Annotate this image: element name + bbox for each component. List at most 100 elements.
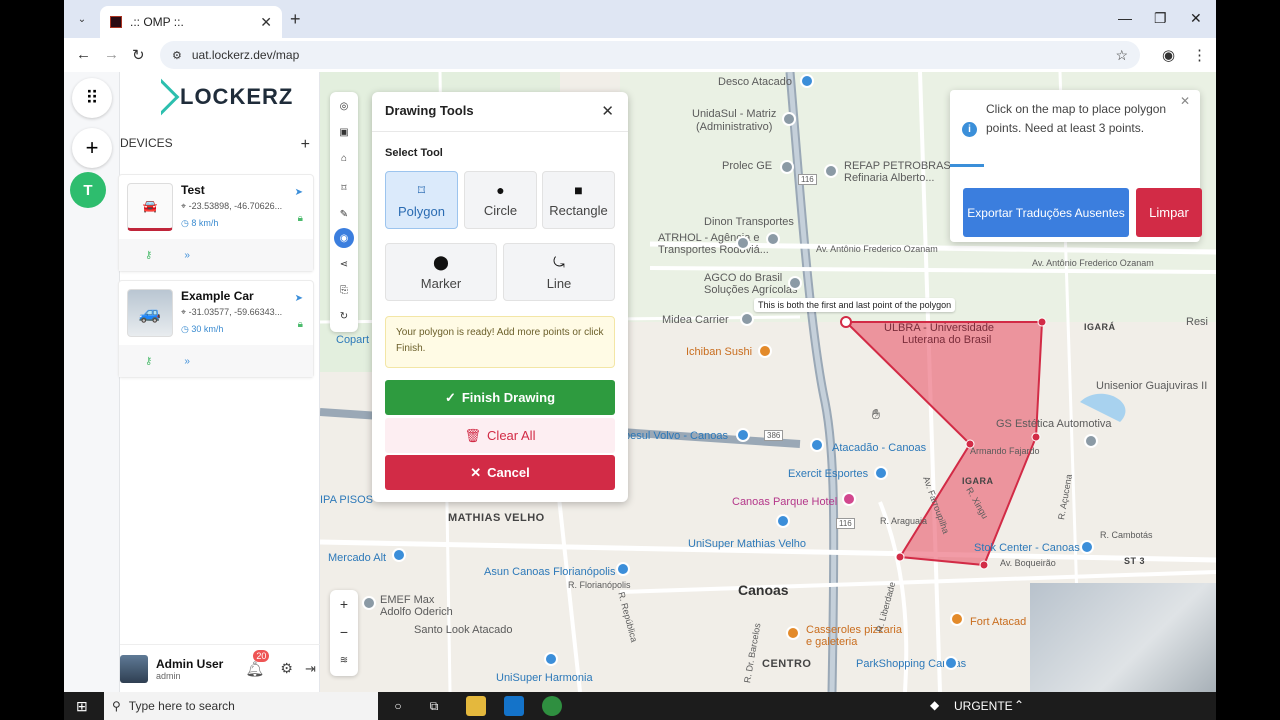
back-icon[interactable]: ←: [76, 46, 91, 63]
school-pin-icon[interactable]: [362, 596, 376, 610]
hotel-pin-icon[interactable]: [842, 492, 856, 506]
key-icon[interactable]: ⚷: [145, 250, 152, 261]
tool-polygon-button[interactable]: ⌑ Polygon: [385, 171, 458, 229]
lock-icon[interactable]: 🔒︎: [298, 213, 303, 224]
tool-rectangle-button[interactable]: ■ Rectangle: [542, 171, 615, 229]
restaurant-pin-icon[interactable]: [758, 344, 772, 358]
shop-pin-icon[interactable]: [392, 548, 406, 562]
device-speed: ◷ 8 km/h: [181, 218, 219, 228]
minimize-button[interactable]: —: [1118, 10, 1132, 26]
lock-icon[interactable]: ▣: [334, 122, 354, 142]
device-speed-text: 8 km/h: [191, 218, 219, 228]
tool-line-button[interactable]: ⤿ Line: [503, 243, 615, 301]
urgent-app-icon[interactable]: ◆: [930, 698, 939, 712]
store-icon[interactable]: [504, 696, 524, 716]
tab-search-button[interactable]: ⌄: [72, 9, 92, 29]
district-label: ST 3: [1124, 556, 1146, 566]
expand-icon[interactable]: »: [184, 356, 190, 367]
task-view-icon[interactable]: ⧉: [424, 696, 444, 716]
forward-icon[interactable]: →: [104, 46, 119, 63]
restaurant-pin-icon[interactable]: [950, 612, 964, 626]
close-window-button[interactable]: ✕: [1190, 10, 1202, 27]
device-card[interactable]: 🚘 Test ⌖ -23.53898, -46.70626... ◷ 8 km/…: [118, 174, 314, 272]
poi-pin-icon[interactable]: [736, 236, 750, 250]
street-label: R. Florianópolis: [568, 580, 631, 590]
shop-pin-icon[interactable]: [736, 428, 750, 442]
map-label: Refinaria Alberto...: [844, 172, 935, 184]
home-icon[interactable]: ⌂: [334, 148, 354, 168]
bell-icon[interactable]: 🔔︎ 20: [245, 649, 270, 678]
poi-pin-icon[interactable]: [780, 160, 794, 174]
app-rail: ⠿ + T: [64, 72, 120, 692]
navigate-icon[interactable]: ➤: [295, 187, 303, 198]
reload-icon[interactable]: ↻: [132, 46, 145, 64]
poi-pin-icon[interactable]: [1084, 434, 1098, 448]
devices-panel: LOCKERZ DEVICES + 🚘 Test ⌖ -23.53898, -4…: [118, 72, 320, 692]
shop-pin-icon[interactable]: [800, 74, 814, 88]
eye-icon[interactable]: ◉: [334, 228, 354, 248]
restaurant-pin-icon[interactable]: [786, 626, 800, 640]
zoom-out-icon[interactable]: −: [334, 622, 354, 642]
zoom-in-icon[interactable]: +: [334, 594, 354, 614]
clear-all-button[interactable]: 🗑︎ Clear All: [385, 418, 615, 453]
map-label: Copart: [336, 334, 370, 346]
profile-icon[interactable]: ◉: [1162, 46, 1175, 64]
omnibox[interactable]: ⚙ uat.lockerz.dev/map ☆: [160, 41, 1140, 69]
address-bar-row: ← → ↻ ⚙ uat.lockerz.dev/map ☆ ◉ ⋮: [64, 38, 1216, 72]
close-icon[interactable]: ✕: [601, 102, 614, 120]
close-icon[interactable]: ✕: [1180, 94, 1190, 108]
taskbar-search[interactable]: ⚲ Type here to search: [104, 692, 378, 720]
restore-button[interactable]: ❐: [1154, 10, 1167, 27]
chrome-icon[interactable]: [542, 696, 562, 716]
polygon-icon[interactable]: ⌑: [334, 178, 354, 198]
map-label: Desco Atacado: [718, 76, 792, 88]
shop-pin-icon[interactable]: [544, 652, 558, 666]
avatar[interactable]: T: [70, 172, 106, 208]
new-tab-button[interactable]: +: [290, 9, 301, 30]
menu-kebab-icon[interactable]: ⋮: [1192, 46, 1207, 64]
refresh-icon[interactable]: ↻: [334, 306, 354, 326]
bookmark-star-icon[interactable]: ☆: [1115, 47, 1128, 64]
shop-pin-icon[interactable]: [776, 514, 790, 528]
finish-drawing-button[interactable]: ✓ Finish Drawing: [385, 380, 615, 415]
clear-button[interactable]: Limpar: [1136, 188, 1202, 237]
key-icon[interactable]: ⚷: [145, 356, 152, 367]
browser-tab[interactable]: .:: OMP ::. ✕: [100, 6, 282, 38]
pencil-icon[interactable]: ✎: [334, 204, 354, 224]
file-explorer-icon[interactable]: [466, 696, 486, 716]
webcam-overlay: [1030, 583, 1216, 692]
export-translations-button[interactable]: Exportar Traduções Ausentes: [963, 188, 1129, 237]
settings-gear-icon[interactable]: ⚙: [280, 660, 293, 677]
poi-pin-icon[interactable]: [788, 276, 802, 290]
tool-marker-button[interactable]: ⬤ Marker: [385, 243, 497, 301]
expand-icon[interactable]: »: [184, 250, 190, 261]
cancel-button[interactable]: ✕ Cancel: [385, 455, 615, 490]
chevron-up-icon[interactable]: ⌃: [1014, 698, 1024, 712]
shop-pin-icon[interactable]: [944, 656, 958, 670]
poi-pin-icon[interactable]: [740, 312, 754, 326]
poi-pin-icon[interactable]: [782, 112, 796, 126]
navigate-icon[interactable]: ➤: [295, 293, 303, 304]
close-tab-icon[interactable]: ✕: [260, 14, 272, 31]
layers-icon[interactable]: ≋: [334, 650, 354, 670]
add-device-icon[interactable]: +: [301, 136, 310, 154]
avatar[interactable]: [120, 654, 148, 683]
lock-icon[interactable]: 🔒︎: [298, 319, 303, 330]
export-icon[interactable]: ⎘: [334, 280, 354, 300]
shop-pin-icon[interactable]: [810, 438, 824, 452]
apps-grid-icon[interactable]: ⠿: [72, 78, 112, 118]
tool-circle-button[interactable]: ● Circle: [464, 171, 537, 229]
cortana-icon[interactable]: ○: [388, 696, 408, 716]
locate-icon[interactable]: ◎: [334, 96, 354, 116]
logout-icon[interactable]: ⇥: [305, 661, 316, 677]
shop-pin-icon[interactable]: [616, 562, 630, 576]
windows-start-icon[interactable]: ⊞: [76, 698, 88, 715]
user-role: admin: [156, 670, 181, 681]
shop-pin-icon[interactable]: [1080, 540, 1094, 554]
device-card[interactable]: 🚙 Example Car ⌖ -31.03577, -59.66343... …: [118, 280, 314, 378]
shop-pin-icon[interactable]: [874, 466, 888, 480]
add-button[interactable]: +: [72, 128, 112, 168]
share-icon[interactable]: ⋖: [334, 254, 354, 274]
poi-pin-icon[interactable]: [824, 164, 838, 178]
site-info-icon[interactable]: ⚙: [172, 49, 182, 62]
